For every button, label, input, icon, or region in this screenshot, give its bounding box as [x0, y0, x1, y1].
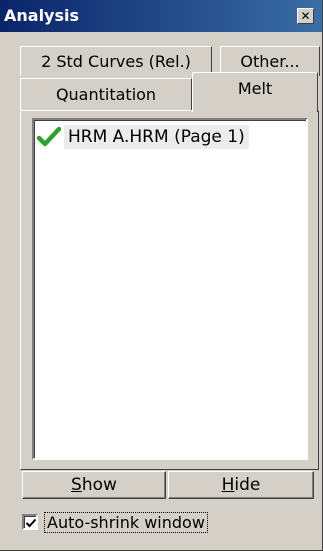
auto-shrink-checkbox[interactable]: [22, 514, 38, 530]
window-title: Analysis: [4, 6, 80, 25]
tab-melt[interactable]: Melt: [192, 72, 318, 112]
title-bar[interactable]: Analysis ✕: [0, 0, 322, 32]
auto-shrink-option[interactable]: Auto-shrink window: [22, 510, 208, 534]
list-item[interactable]: HRM A.HRM (Page 1): [34, 122, 258, 152]
checkmark-icon: [36, 126, 62, 147]
tab-2-std-curves[interactable]: 2 Std Curves (Rel.): [20, 46, 212, 76]
analysis-window: Analysis ✕ 2 Std Curves (Rel.) Other... …: [0, 0, 323, 551]
show-button-mnemonic: S: [71, 475, 82, 495]
hide-button-label: ide: [234, 475, 261, 495]
checkbox-tick-icon: [25, 518, 37, 528]
tab-quantitation[interactable]: Quantitation: [20, 78, 192, 110]
close-icon: ✕: [300, 9, 311, 23]
list-item-label: HRM A.HRM (Page 1): [64, 125, 249, 149]
close-button[interactable]: ✕: [297, 8, 314, 24]
hide-button-mnemonic: H: [221, 475, 235, 495]
show-button-label: how: [81, 475, 117, 495]
hide-button[interactable]: Hide: [168, 471, 314, 499]
analysis-list[interactable]: HRM A.HRM (Page 1): [32, 118, 308, 460]
show-button[interactable]: Show: [22, 471, 166, 499]
auto-shrink-label: Auto-shrink window: [44, 511, 208, 533]
